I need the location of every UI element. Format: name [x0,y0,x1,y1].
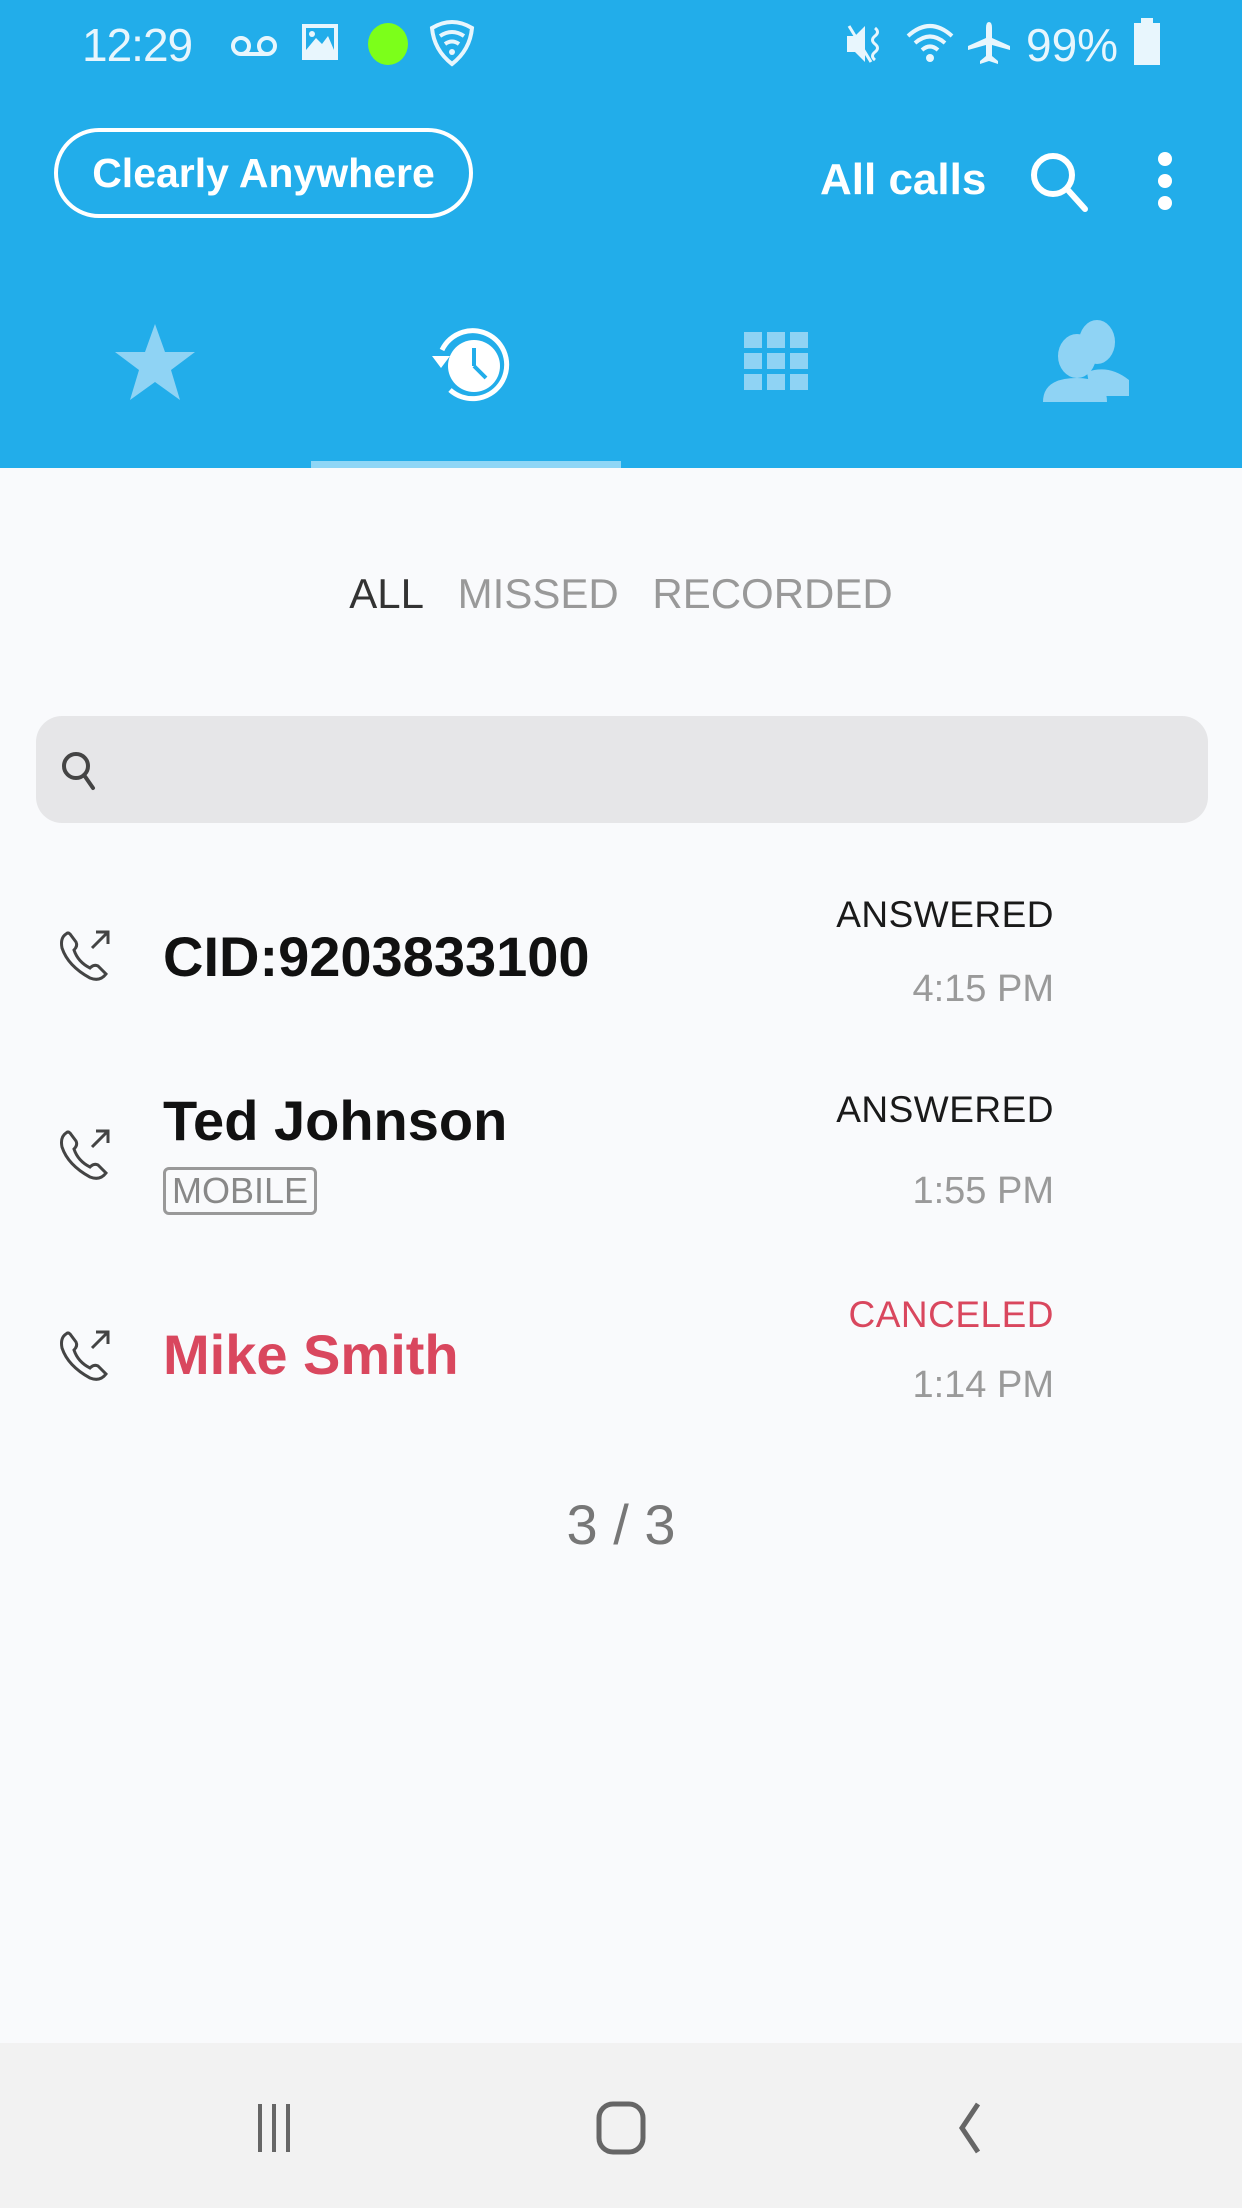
recent-apps-button[interactable] [229,2083,319,2173]
subfilter-all[interactable]: ALL [349,570,424,618]
call-time: 1:55 PM [912,1170,1054,1212]
outgoing-call-icon [60,1129,110,1180]
tab-recents[interactable] [311,300,621,468]
vpn-shield-icon [429,20,475,67]
subfilter-recorded[interactable]: RECORDED [652,570,892,618]
call-filter-dropdown[interactable]: All calls [820,155,986,205]
call-status: ANSWERED [836,1089,1054,1130]
tab-contacts[interactable] [931,300,1241,468]
call-status: CANCELED [848,1294,1054,1335]
recent-apps-icon [258,2104,290,2152]
battery-icon [1134,18,1160,65]
back-button[interactable] [925,2083,1015,2173]
phone-type-tag: MOBILE [163,1167,318,1215]
wifi-icon [906,24,954,62]
call-time: 1:14 PM [912,1364,1054,1406]
call-list-item[interactable]: CID:9203833100 ANSWERED 4:15 PM [0,880,1242,1050]
vibrate-mute-icon [847,25,879,63]
call-name: Ted Johnson [163,1089,508,1152]
battery-percent: 99% [1026,19,1119,71]
call-list-item[interactable]: Mike Smith CANCELED 1:14 PM [0,1280,1242,1440]
more-vert-icon[interactable] [1150,147,1180,217]
call-subfilters: ALL MISSED RECORDED [0,570,1242,618]
main-tabs [0,300,1242,468]
search-icon [62,752,95,790]
search-icon[interactable] [1025,147,1095,217]
brand-button[interactable]: Clearly Anywhere [54,128,473,218]
dialpad-icon [744,332,808,390]
contacts-icon [1043,320,1129,402]
subfilter-missed[interactable]: MISSED [458,570,619,618]
status-time: 12:29 [82,19,193,71]
call-search-input[interactable] [116,716,1196,823]
outgoing-call-icon [60,930,110,981]
call-status: ANSWERED [836,894,1054,935]
app-header: 12:29 99% Clearly Anywhere All calls [0,0,1242,468]
home-button[interactable] [576,2083,666,2173]
call-search-box[interactable] [36,716,1208,823]
page-counter: 3 / 3 [566,1493,676,1556]
call-name: CID:9203833100 [163,925,590,988]
call-name: Mike Smith [163,1323,459,1386]
app-toolbar: Clearly Anywhere All calls [0,125,1242,225]
tab-favorites[interactable] [0,300,310,468]
active-tab-indicator [311,461,621,468]
green-dot-icon [368,23,408,65]
star-icon [115,324,195,400]
home-icon [596,2101,646,2155]
back-icon [958,2102,981,2154]
voicemail-icon [231,36,277,56]
image-icon [302,24,338,60]
history-clock-icon [432,328,510,402]
outgoing-call-icon [60,1330,110,1381]
call-time: 4:15 PM [912,968,1054,1010]
airplane-icon [968,22,1010,64]
call-list-item[interactable]: Ted Johnson MOBILE ANSWERED 1:55 PM [0,1075,1242,1255]
system-nav-bar [0,2043,1242,2208]
status-bar: 12:29 99% [0,0,1242,90]
tab-keypad[interactable] [621,300,931,468]
